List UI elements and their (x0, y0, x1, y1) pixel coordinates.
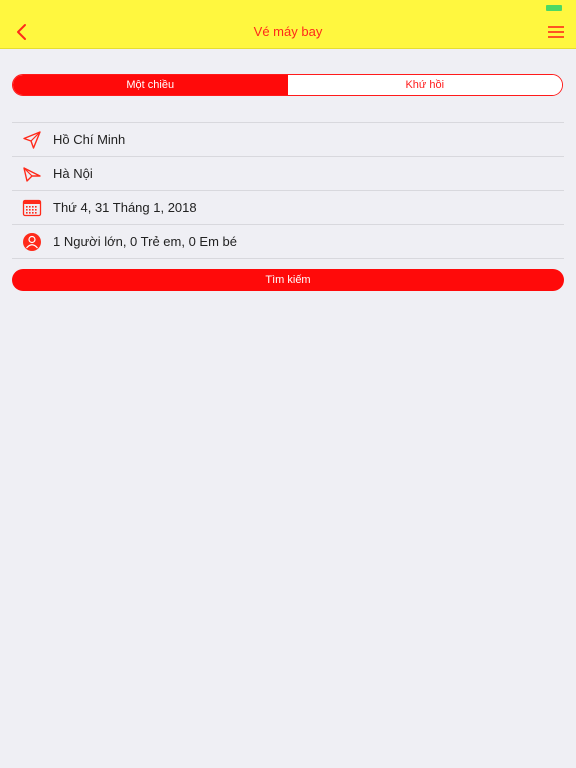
page-title: Vé máy bay (253, 24, 323, 39)
date-row[interactable]: Thứ 4, 31 Tháng 1, 2018 (12, 190, 564, 224)
passenger-icon (21, 231, 43, 253)
one-way-tab[interactable]: Một chiều (13, 75, 288, 95)
battery-icon (546, 5, 562, 11)
status-bar (0, 0, 576, 16)
round-trip-tab[interactable]: Khứ hồi (287, 75, 562, 95)
menu-button[interactable] (546, 24, 566, 40)
trip-type-segmented-control: Một chiều Khứ hồi (12, 74, 563, 96)
navigation-bar: Vé máy bay (0, 16, 576, 49)
hamburger-menu-icon (548, 26, 564, 38)
origin-row[interactable]: Hồ Chí Minh (12, 122, 564, 156)
date-value: Thứ 4, 31 Tháng 1, 2018 (53, 200, 197, 215)
calendar-icon (21, 197, 43, 219)
search-button[interactable]: Tìm kiếm (12, 269, 564, 291)
flight-search-form: Hồ Chí Minh Hà Nội Thứ 4, 31 Tháng 1, 20… (12, 122, 564, 259)
passengers-value: 1 Người lớn, 0 Trẻ em, 0 Em bé (53, 234, 237, 249)
departure-plane-icon (21, 129, 43, 151)
origin-value: Hồ Chí Minh (53, 132, 126, 147)
passengers-row[interactable]: 1 Người lớn, 0 Trẻ em, 0 Em bé (12, 224, 564, 259)
destination-value: Hà Nội (53, 166, 93, 181)
destination-row[interactable]: Hà Nội (12, 156, 564, 190)
arrival-plane-icon (21, 163, 43, 185)
